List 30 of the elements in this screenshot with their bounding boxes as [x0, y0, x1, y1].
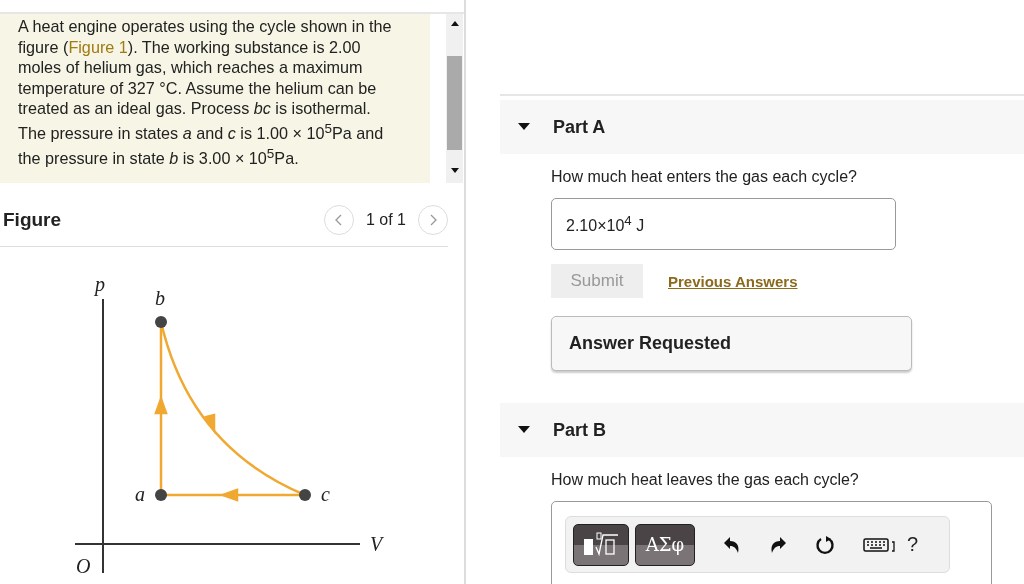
scrollbar[interactable]: [446, 14, 463, 183]
state-point: [299, 489, 311, 501]
feedback-box: Answer Requested: [551, 316, 912, 371]
chevron-left-icon: [333, 212, 344, 227]
point-label: c: [321, 483, 330, 505]
problem-text: A heat engine operates using the cycle shown in the figure (Figure 1). The working substance is 2.00 moles of helium gas, which reaches a maximum temperature of 327 °C. Assume the helium can be treated as an ideal gas. Process bc is isothermal. The pressure in states a and c is 1.00 × 10$^{5}$Pa and the pressure in state b is 3.00 × 10$^{5}$Pa.: [0, 14, 430, 183]
templates-button[interactable]: [573, 523, 629, 566]
previous-answers-link[interactable]: Previous Answers: [668, 272, 798, 290]
point-label: b: [155, 287, 165, 309]
point-label: a: [135, 483, 145, 505]
state-point: [155, 489, 167, 501]
keyboard-icon[interactable]: [863, 536, 897, 553]
part-header[interactable]: Part A: [500, 100, 1024, 154]
axis-label: p: [95, 273, 105, 295]
page-counter: 1 of 1: [365, 210, 406, 229]
chevron-right-icon: [428, 212, 438, 227]
figure-link[interactable]: Figure 1: [68, 37, 128, 56]
axis-label: O: [76, 555, 91, 577]
undo-icon[interactable]: [723, 535, 741, 554]
state-point: [155, 316, 167, 328]
question-text: How much heat leaves the gas each cycle?: [551, 471, 860, 489]
axis-label: V: [370, 533, 383, 555]
part-header[interactable]: Part B: [500, 403, 1024, 457]
figure-title: Figure: [3, 208, 62, 231]
redo-icon[interactable]: [769, 535, 787, 554]
help-button[interactable]: ?: [903, 533, 923, 556]
symbols-button[interactable]: ΑΣφ: [635, 523, 695, 566]
question-text: How much heat enters the gas each cycle?: [551, 168, 858, 186]
answer-field[interactable]: 2.10×10$^{4}$ J: [551, 198, 896, 250]
reset-icon[interactable]: [815, 534, 835, 555]
